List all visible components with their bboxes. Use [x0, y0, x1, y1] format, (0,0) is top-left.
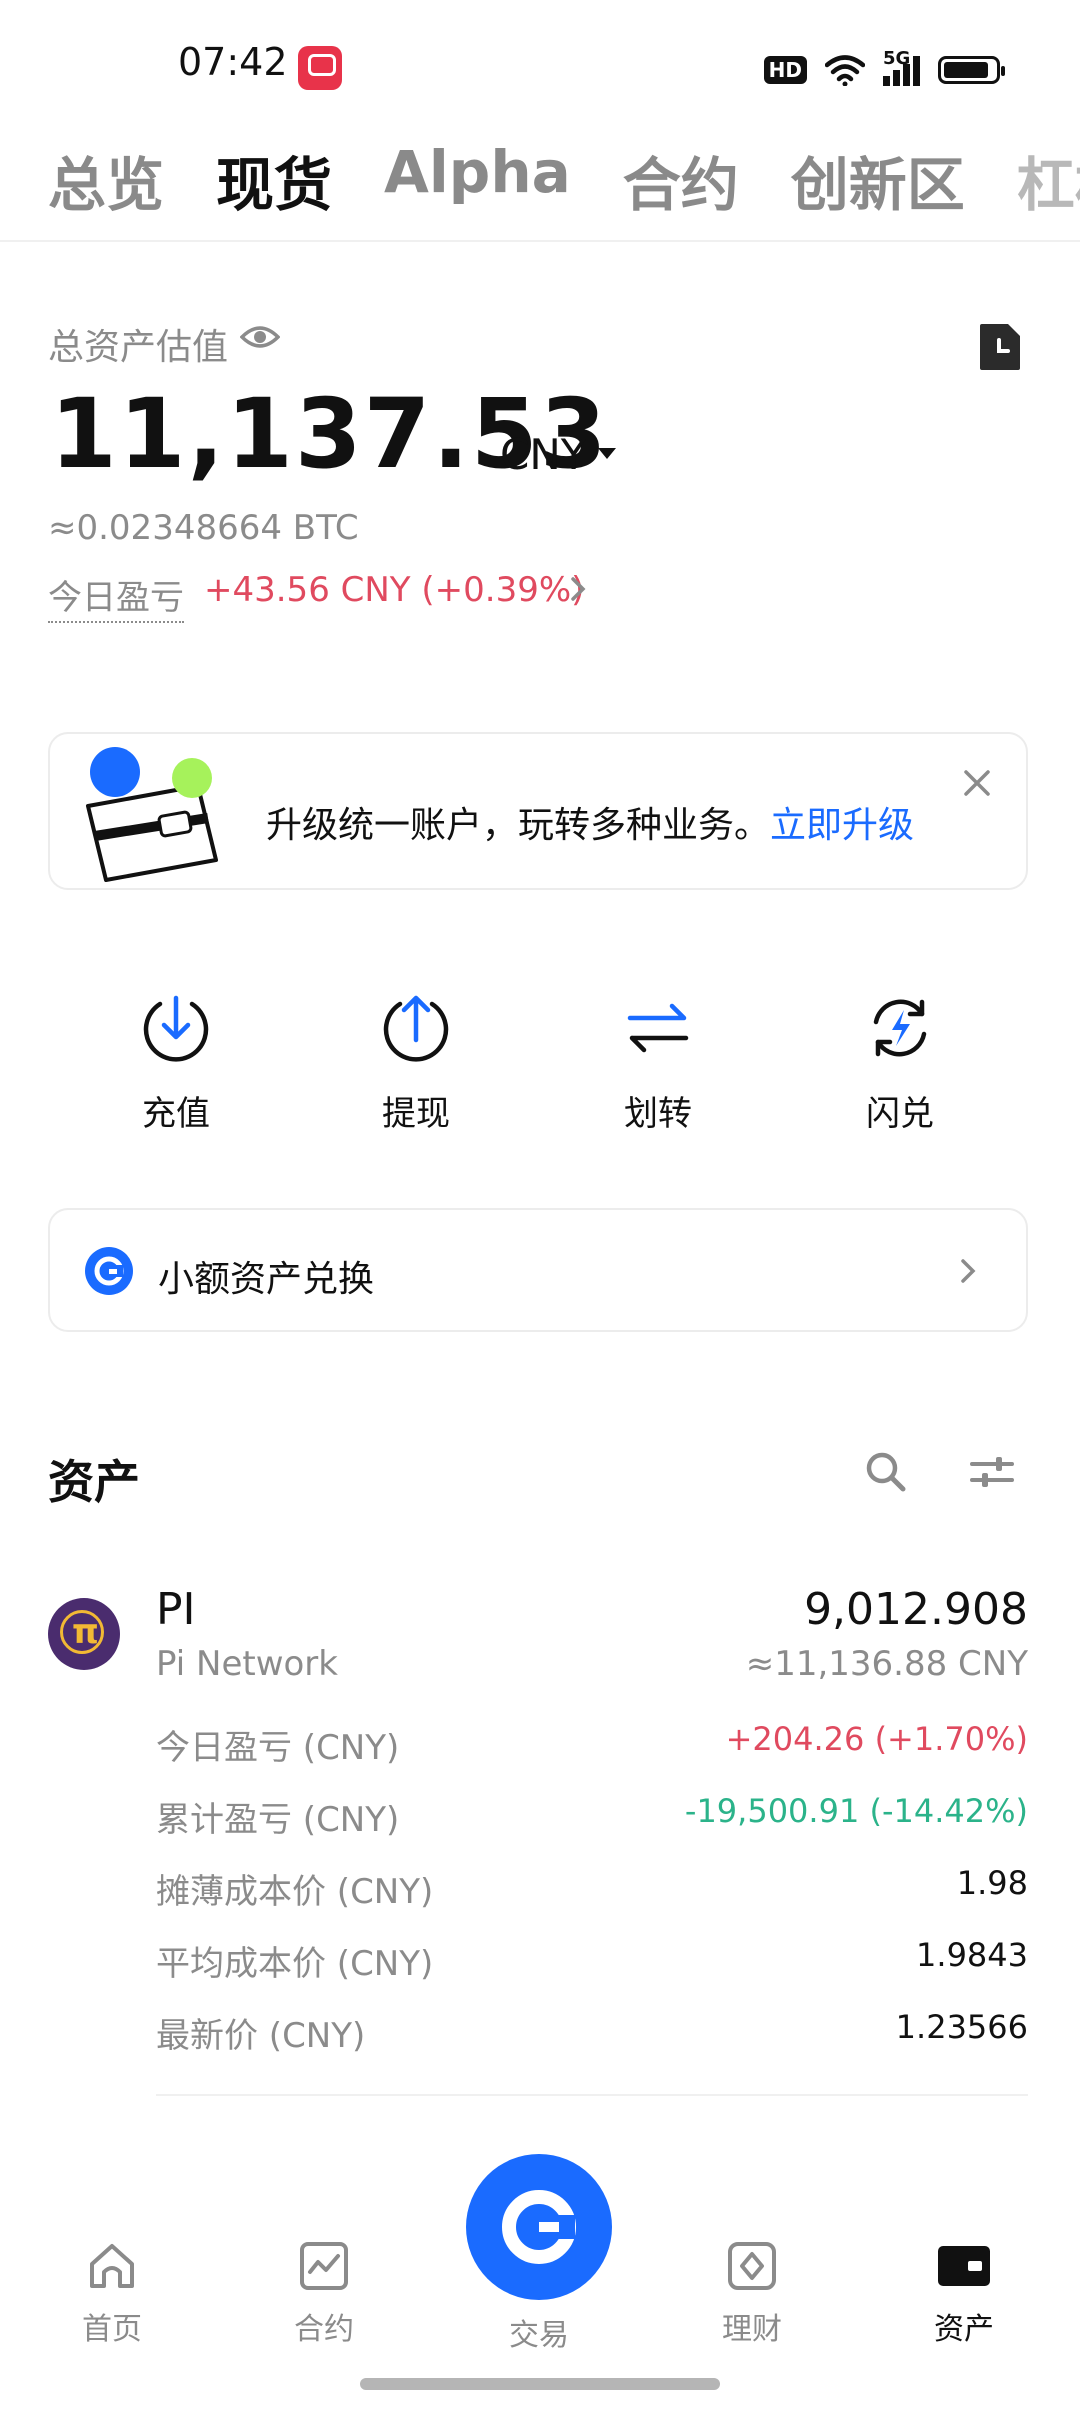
today-pnl-value[interactable]: +43.56 CNY (+0.39%) [204, 570, 584, 610]
signal-icon: 5G [883, 48, 920, 86]
nav-earn-label: 理财 [722, 2312, 782, 2347]
today-pnl-row-label: 今日盈亏 (CNY) [156, 1728, 400, 1768]
account-tabs: 总览 现货 Alpha 合约 创新区 杠杆 [48, 138, 1080, 222]
wallet-illustration-icon [86, 747, 218, 882]
deposit-icon [143, 995, 209, 1062]
currency-unit[interactable]: CNY [500, 430, 586, 479]
pi-glyph: π [72, 1612, 99, 1652]
cumulative-pnl-row-label: 累计盈亏 (CNY) [156, 1800, 400, 1840]
withdraw-button[interactable]: 提现 [326, 992, 506, 1135]
tab-alpha[interactable]: Alpha [384, 138, 571, 222]
chevron-right-icon[interactable] [568, 574, 588, 604]
earn-icon [728, 2242, 776, 2290]
latest-price-row-label: 最新价 (CNY) [156, 2016, 366, 2056]
chevron-right-icon[interactable] [958, 1256, 978, 1286]
trade-button[interactable] [466, 2154, 612, 2300]
asset-cny-value: ≈11,136.88 CNY [745, 1644, 1028, 1684]
today-pnl-row-value: +204.26 (+1.70%) [725, 1720, 1028, 1758]
asset-amount: 9,012.908 [804, 1584, 1028, 1635]
flash-swap-button[interactable]: 闪兑 [810, 992, 990, 1135]
average-cost-row-label: 平均成本价 (CNY) [156, 1944, 434, 1984]
tabs-divider [0, 240, 1080, 242]
nav-trade-label[interactable]: 交易 [466, 2310, 612, 2354]
total-assets-label: 总资产估值 [48, 327, 229, 368]
eye-icon[interactable] [240, 322, 280, 352]
upgrade-banner-text: 升级统一账户，玩转多种业务。立即升级 [266, 796, 914, 848]
deposit-label: 充值 [142, 1094, 210, 1134]
app-notification-icon [298, 46, 342, 90]
nav-assets-label: 资产 [934, 2312, 994, 2347]
nav-home[interactable]: 首页 [42, 2240, 182, 2348]
tab-spot[interactable]: 现货 [216, 138, 332, 222]
hd-badge: HD [763, 56, 807, 84]
tab-overview[interactable]: 总览 [48, 138, 164, 222]
futures-icon [300, 2242, 348, 2290]
asset-symbol[interactable]: PI [156, 1584, 196, 1635]
currency-caret-icon[interactable] [598, 448, 616, 459]
diluted-cost-row-label: 摊薄成本价 (CNY) [156, 1872, 434, 1912]
latest-price-row-value: 1.23566 [895, 2008, 1028, 2046]
deposit-button[interactable]: 充值 [86, 992, 266, 1135]
transfer-icon [627, 1003, 689, 1053]
home-indicator[interactable] [360, 2378, 720, 2390]
nav-home-label: 首页 [82, 2312, 142, 2347]
upgrade-message: 升级统一账户，玩转多种业务。 [266, 805, 771, 846]
transfer-label: 划转 [624, 1094, 692, 1134]
transfer-button[interactable]: 划转 [568, 992, 748, 1135]
cumulative-pnl-row-value: -19,500.91 (-14.42%) [684, 1792, 1028, 1830]
average-cost-row-value: 1.9843 [916, 1936, 1028, 1974]
nav-assets[interactable]: 资产 [894, 2240, 1034, 2348]
tab-futures[interactable]: 合约 [623, 138, 739, 222]
nav-futures[interactable]: 合约 [254, 2240, 394, 2348]
wallet-icon [938, 2246, 990, 2286]
today-pnl-label[interactable]: 今日盈亏 [48, 570, 184, 623]
trade-icon [502, 2190, 576, 2264]
flash-swap-label: 闪兑 [866, 1094, 934, 1134]
flash-swap-icon [873, 999, 927, 1057]
btc-equivalent: ≈0.02348664 BTC [48, 508, 359, 548]
tab-margin[interactable]: 杠杆 [1017, 138, 1080, 222]
nav-earn[interactable]: 理财 [682, 2240, 822, 2348]
withdraw-label: 提现 [382, 1094, 450, 1134]
home-icon [90, 2244, 134, 2288]
upgrade-now-link[interactable]: 立即升级 [770, 805, 914, 846]
search-icon[interactable] [864, 1450, 908, 1494]
tab-innovation[interactable]: 创新区 [791, 138, 965, 222]
diluted-cost-row-value: 1.98 [956, 1864, 1028, 1902]
battery-icon [938, 56, 1005, 84]
status-time: 07:42 [178, 40, 288, 84]
close-icon[interactable] [962, 768, 992, 798]
filter-icon[interactable] [970, 1452, 1014, 1492]
history-icon[interactable] [978, 322, 1022, 372]
asset-full-name: Pi Network [156, 1644, 338, 1684]
withdraw-icon [383, 995, 449, 1062]
status-icons: HD 5G [763, 48, 1005, 92]
asset-divider [156, 2094, 1028, 2096]
assets-section-title: 资产 [48, 1455, 140, 1509]
wifi-icon [825, 55, 865, 86]
small-asset-convert-label: 小额资产兑换 [158, 1259, 375, 1300]
network-type: 5G [883, 48, 911, 69]
convert-logo-icon [85, 1247, 133, 1295]
nav-futures-label: 合约 [294, 2312, 354, 2347]
